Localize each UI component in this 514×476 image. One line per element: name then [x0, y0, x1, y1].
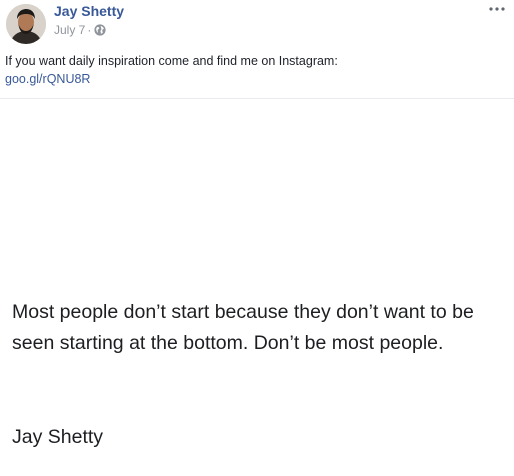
author-avatar[interactable] — [6, 4, 46, 44]
post-meta: July 7 · — [54, 23, 106, 37]
post-date[interactable]: July 7 — [54, 23, 85, 37]
meta-separator: · — [87, 23, 92, 37]
post-message: If you want daily inspiration come and f… — [5, 54, 338, 68]
globe-icon[interactable] — [94, 24, 106, 36]
instagram-link[interactable]: goo.gl/rQNU8R — [5, 72, 90, 86]
avatar-photo — [6, 4, 46, 44]
author-name[interactable]: Jay Shetty — [54, 3, 124, 19]
post-image[interactable]: Most people don’t start because they don… — [0, 99, 514, 476]
post-text: If you want daily inspiration come and f… — [5, 52, 338, 88]
quote-text: Most people don’t start because they don… — [12, 301, 474, 354]
post-header: Jay Shetty July 7 · — [0, 0, 514, 46]
more-options-icon[interactable] — [488, 2, 506, 14]
quote-attribution: Jay Shetty — [12, 426, 104, 448]
